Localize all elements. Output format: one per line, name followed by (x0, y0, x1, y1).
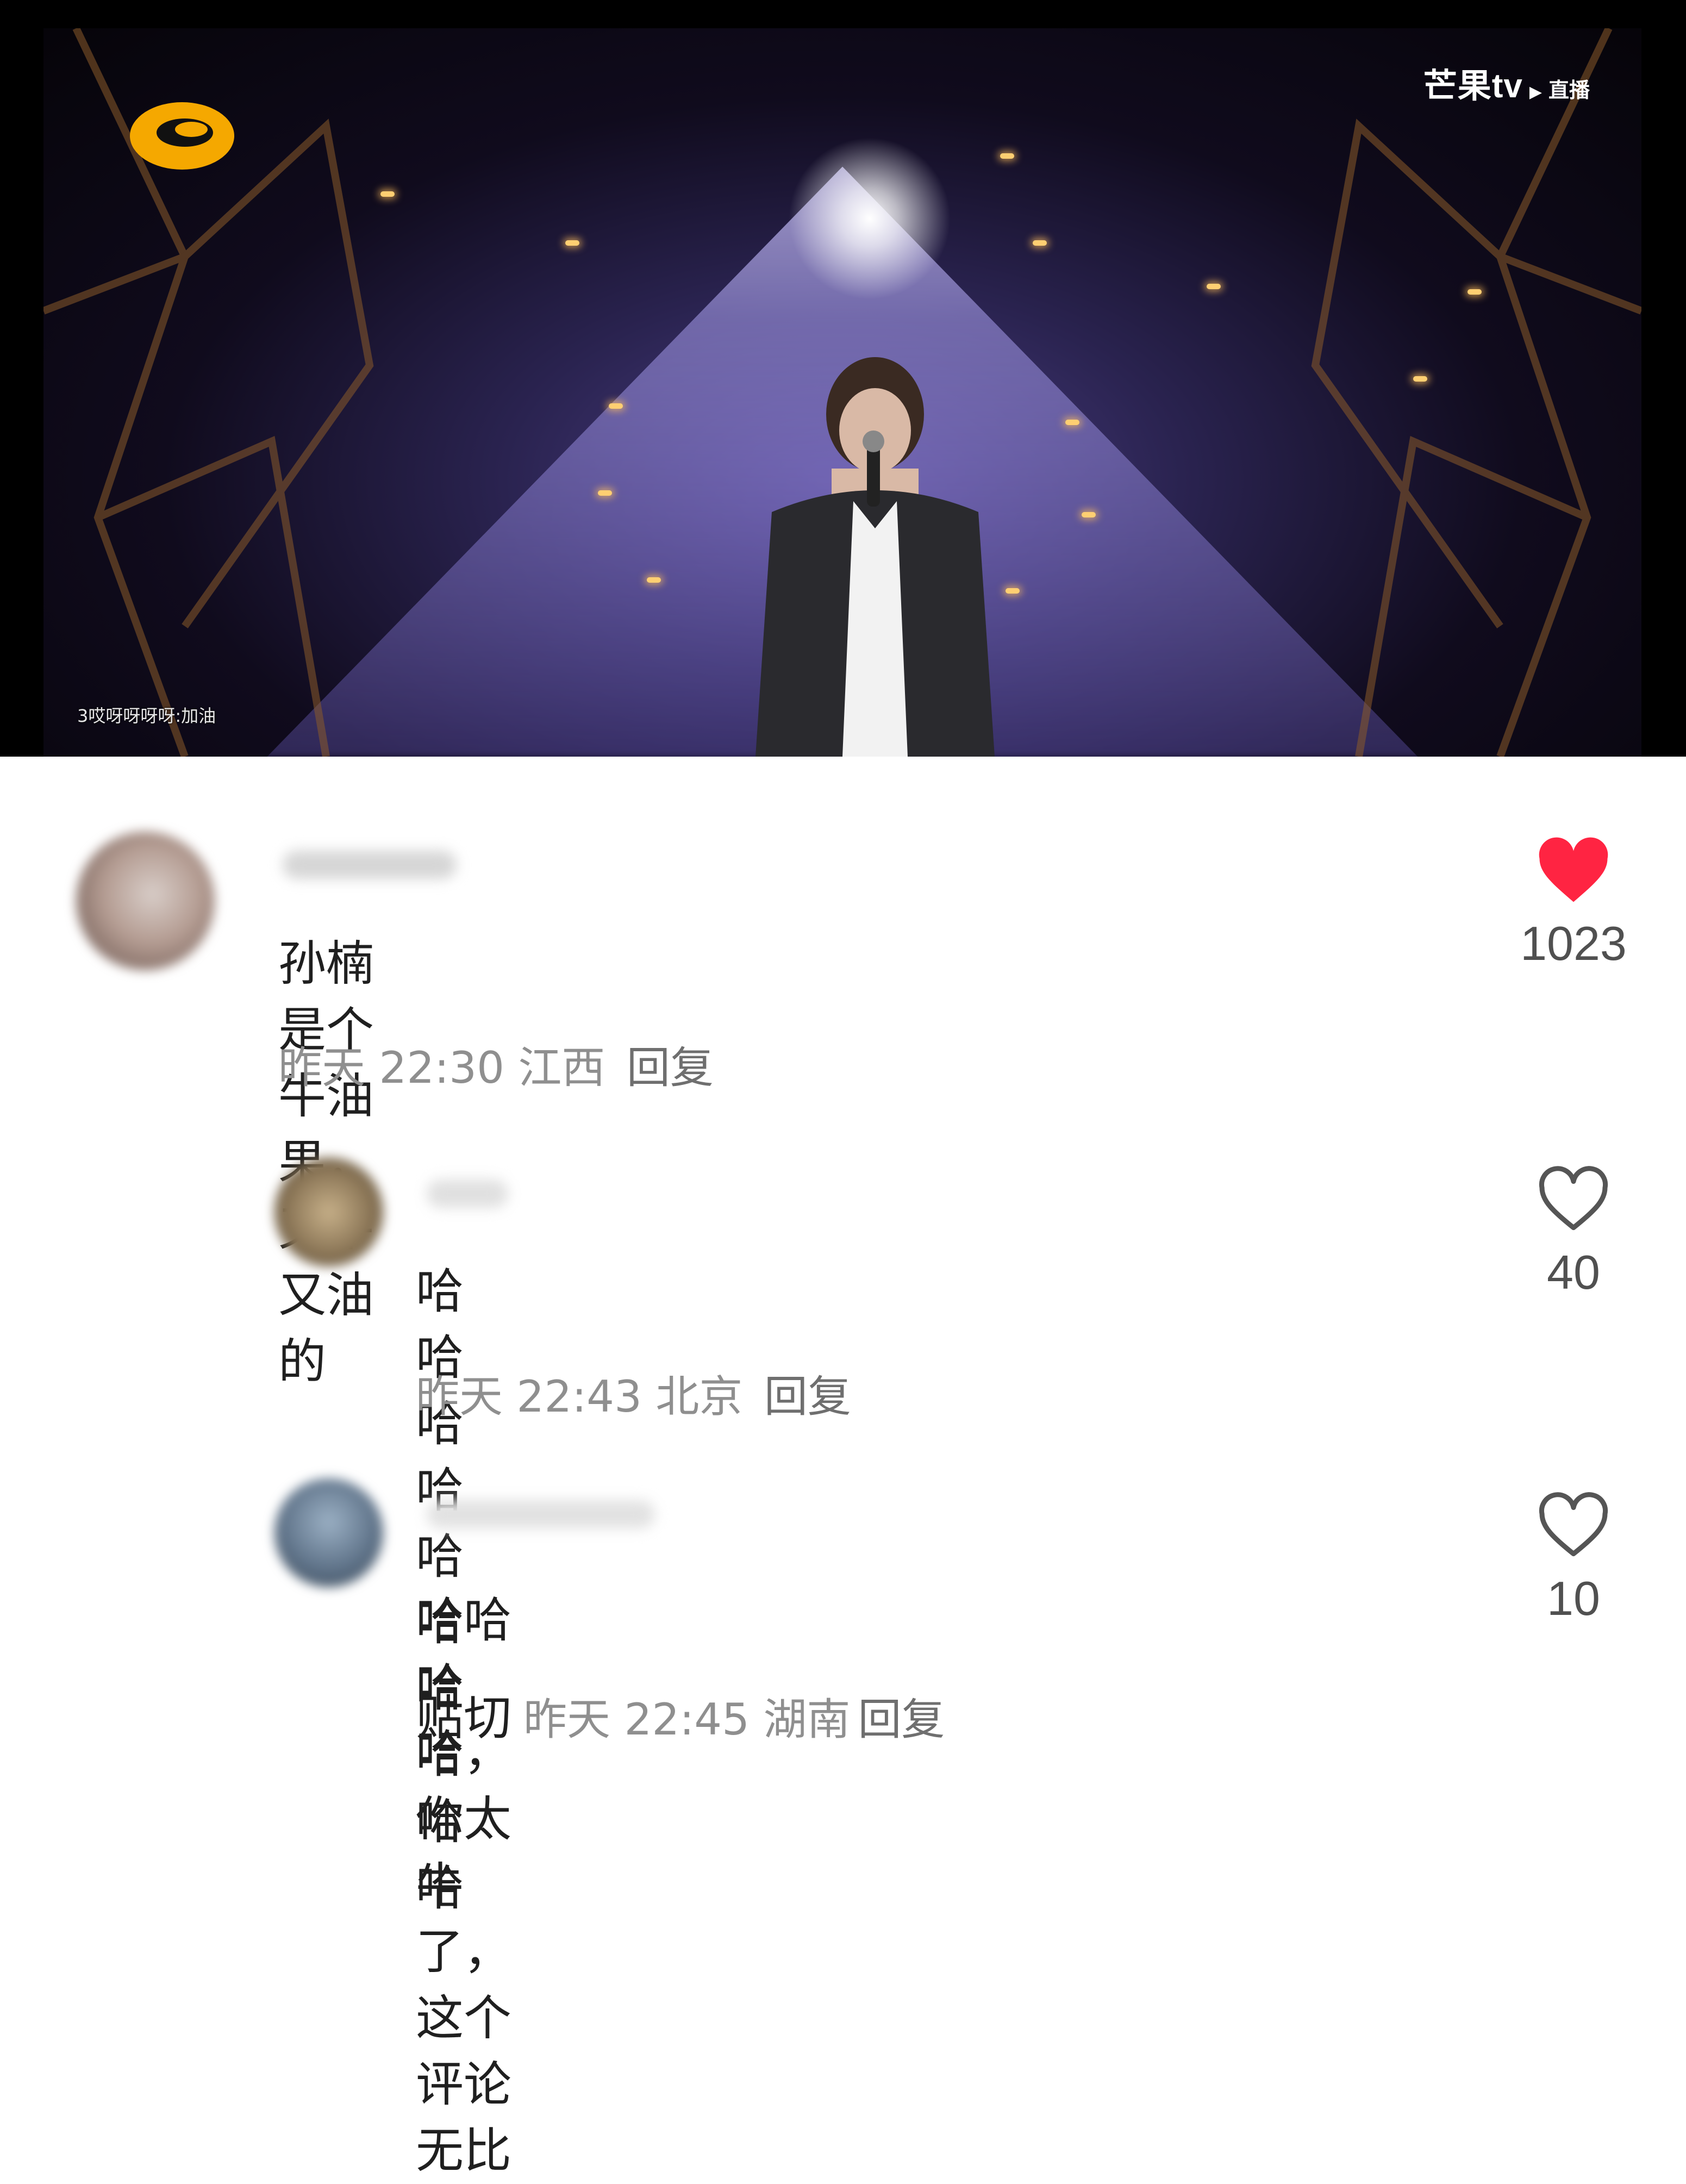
comment-meta: 昨天 22:43 北京 回复 (416, 1362, 851, 1425)
like-button[interactable]: 10 (1508, 1492, 1639, 1626)
brand-name: 芒果tv (1423, 67, 1523, 105)
comment-time: 昨天 22:45 (523, 1694, 750, 1745)
comment-text-tail: 贴切 (416, 1690, 512, 1746)
comment-time: 昨天 22:43 (416, 1371, 642, 1422)
stage-spark (1033, 240, 1047, 246)
play-triangle-icon: ▶ (1529, 83, 1542, 102)
comment-meta: 昨天 22:30 江西 回复 (278, 1033, 714, 1096)
like-count: 1023 (1520, 916, 1627, 970)
heart-icon[interactable] (1535, 1166, 1612, 1234)
comment-location: 北京 (655, 1371, 743, 1422)
heart-icon[interactable] (1535, 1492, 1612, 1560)
singer-figure (755, 357, 995, 757)
stage-spark (609, 403, 623, 409)
stage-spark (1413, 376, 1427, 382)
username-blurred[interactable] (427, 1180, 508, 1208)
stage-frame-right (1311, 28, 1641, 757)
like-count: 10 (1547, 1571, 1600, 1625)
hunan-tv-logo (130, 102, 234, 170)
stage-spark (1065, 420, 1079, 425)
comment-meta: 昨天 22:45 湖南 回复 (523, 1694, 945, 1745)
comment-time: 昨天 22:30 (278, 1043, 504, 1093)
reply-button[interactable]: 回复 (764, 1371, 851, 1422)
like-button[interactable]: 40 (1508, 1166, 1639, 1300)
heart-icon[interactable] (1535, 837, 1612, 905)
stage-spark (647, 577, 661, 583)
stage-spark (1207, 284, 1221, 289)
brand-watermark: 芒果tv ▶ 直播 (1423, 58, 1590, 107)
avatar[interactable] (274, 1158, 383, 1266)
video-player[interactable]: 芒果tv ▶ 直播 3哎呀呀呀呀:加油 (0, 0, 1686, 757)
reply-button[interactable]: 回复 (627, 1043, 714, 1093)
stage-spark (1000, 153, 1014, 159)
stage-spark (1082, 512, 1096, 517)
comment-location: 湖南 (763, 1694, 851, 1745)
comment-text-continued: 贴切 昨天 22:45 湖南 回复 (416, 1685, 945, 1753)
like-button[interactable]: 1023 (1508, 837, 1639, 971)
live-label: 直播 (1548, 78, 1590, 102)
like-count: 40 (1547, 1245, 1600, 1299)
username-blurred[interactable] (427, 1500, 655, 1528)
reply-button[interactable]: 回复 (858, 1694, 945, 1745)
avatar[interactable] (274, 1478, 383, 1587)
video-frame[interactable]: 芒果tv ▶ 直播 3哎呀呀呀呀:加油 (43, 28, 1641, 757)
stage-spark (380, 191, 395, 197)
comment-text: 哈哈哈哈，你太牛了，这个评论无比 (416, 1592, 512, 2179)
spotlight-source (788, 137, 951, 300)
comment-location: 江西 (518, 1043, 605, 1093)
stage-spark (1006, 588, 1020, 594)
username-blurred[interactable] (283, 851, 457, 879)
stage-spark (1468, 289, 1482, 295)
avatar[interactable] (76, 832, 215, 970)
danmaku-comment: 3哎呀呀呀呀:加油 (77, 706, 216, 726)
stage-spark (598, 490, 612, 496)
stage-spark (565, 240, 579, 246)
